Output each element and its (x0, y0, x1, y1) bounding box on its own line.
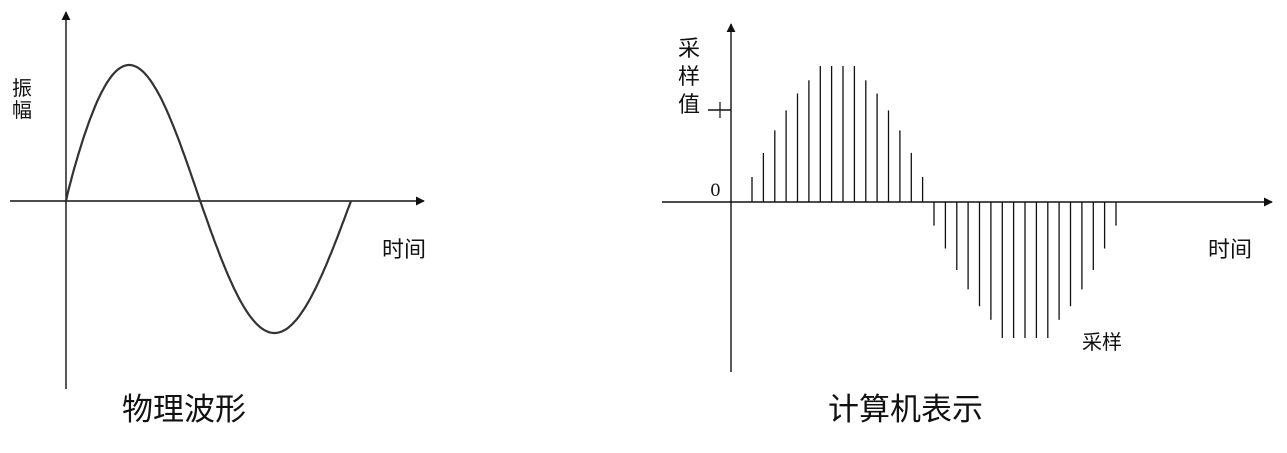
physical-waveform-diagram: 振 幅 时间 物理波形 (10, 11, 426, 428)
diagram-canvas: 振 幅 时间 物理波形 采 样 值 0 时间 采样 计算机表示 (10, 11, 1273, 428)
right-x-axis-label: 时间 (1208, 238, 1252, 263)
sample-label: 采样 (1082, 330, 1122, 354)
sine-wave-curve (64, 63, 353, 335)
right-diagram-title: 计算机表示 (828, 392, 983, 428)
zero-label: 0 (710, 181, 721, 201)
left-diagram-title: 物理波形 (122, 392, 246, 428)
left-y-axis-label-1: 振 (12, 76, 32, 100)
right-y-axis-label-2: 样 (678, 65, 700, 90)
right-y-axis-label-3: 值 (678, 93, 700, 118)
right-y-axis-label-1: 采 (678, 37, 700, 62)
left-x-axis-label: 时间 (382, 238, 426, 263)
left-y-axis-label-2: 幅 (12, 98, 32, 122)
computer-representation-diagram: 采 样 值 0 时间 采样 计算机表示 (662, 23, 1273, 428)
